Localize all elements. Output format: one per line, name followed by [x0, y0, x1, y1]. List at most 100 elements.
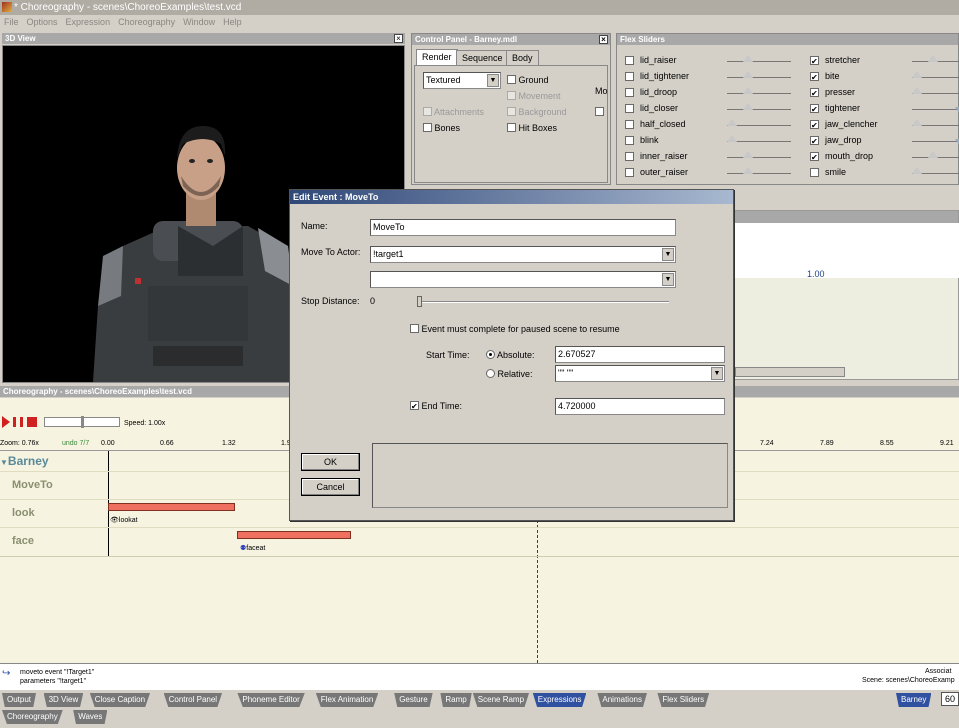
event-faceat-bar[interactable] — [237, 531, 351, 539]
tab-sequence[interactable]: Sequence — [456, 50, 509, 65]
flex-checkbox[interactable] — [625, 168, 634, 177]
actor-barney[interactable]: ▼Barney — [0, 454, 49, 468]
slider-thumb[interactable] — [912, 87, 922, 94]
close-icon[interactable]: × — [394, 34, 403, 43]
menu-help[interactable]: Help — [223, 15, 242, 30]
slider-thumb[interactable] — [912, 167, 922, 174]
flex-checkbox[interactable] — [625, 136, 634, 145]
slider-thumb[interactable] — [912, 119, 922, 126]
relative-select[interactable]: "" "" ▼ — [555, 365, 725, 382]
flex-checkbox[interactable] — [625, 152, 634, 161]
actor-select[interactable]: !target1 ▼ — [370, 246, 676, 263]
tab-3d-view[interactable]: 3D View — [43, 693, 84, 707]
tab-waves[interactable]: Waves — [73, 710, 108, 724]
tab-output[interactable]: Output — [2, 693, 37, 707]
bones-check[interactable]: Bones — [423, 123, 460, 133]
pause-icon[interactable] — [13, 417, 23, 427]
event-lookat[interactable]: 👁lookat — [110, 516, 138, 524]
flex-slider[interactable] — [727, 71, 791, 78]
slider-thumb[interactable] — [743, 71, 754, 78]
tab-animations[interactable]: Animations — [597, 693, 647, 707]
close-icon[interactable]: × — [599, 35, 608, 44]
speed-slider[interactable] — [44, 416, 120, 428]
name-input[interactable]: MoveTo — [370, 219, 676, 236]
horizontal-scrollbar[interactable] — [735, 367, 845, 377]
extra-check[interactable] — [595, 107, 604, 117]
flex-checkbox[interactable] — [810, 56, 819, 65]
flex-checkbox[interactable] — [810, 72, 819, 81]
flex-slider[interactable] — [912, 87, 959, 94]
slider-thumb[interactable] — [912, 71, 922, 78]
flex-slider[interactable] — [912, 151, 959, 158]
tab-actor-barney[interactable]: Barney — [896, 693, 932, 707]
slider-thumb[interactable] — [743, 167, 754, 174]
complete-check[interactable]: Event must complete for paused scene to … — [410, 324, 620, 334]
slider-thumb[interactable] — [743, 151, 754, 158]
slider-thumb[interactable] — [955, 107, 959, 114]
menu-options[interactable]: Options — [27, 15, 58, 30]
flex-slider[interactable] — [727, 119, 791, 126]
flex-slider[interactable] — [727, 87, 791, 94]
tab-scene-ramp[interactable]: Scene Ramp — [472, 693, 530, 707]
flex-checkbox[interactable] — [625, 120, 634, 129]
fps-box[interactable]: 60 — [941, 692, 959, 706]
absolute-input[interactable]: 2.670527 — [555, 346, 725, 363]
slider-thumb[interactable] — [955, 139, 959, 146]
tab-gesture[interactable]: Gesture — [394, 693, 433, 707]
tab-choreography[interactable]: Choreography — [2, 710, 63, 724]
flex-checkbox[interactable] — [810, 104, 819, 113]
render-mode-select[interactable]: Textured ▼ — [423, 72, 501, 89]
flex-checkbox[interactable] — [810, 168, 819, 177]
secondary-select[interactable]: ▼ — [370, 271, 676, 288]
event-faceat[interactable]: ⚉faceat — [240, 544, 265, 552]
flex-slider[interactable] — [727, 151, 791, 158]
slider-thumb[interactable] — [727, 119, 737, 126]
flex-slider[interactable] — [727, 55, 791, 62]
playhead[interactable] — [537, 500, 538, 663]
flex-checkbox[interactable] — [625, 56, 634, 65]
slider-thumb[interactable] — [727, 135, 737, 142]
flex-slider[interactable] — [912, 119, 959, 126]
flex-slider[interactable] — [912, 139, 959, 146]
tab-flex-sliders[interactable]: Flex Sliders — [657, 693, 710, 707]
channel-face[interactable]: face — [12, 535, 34, 547]
flex-checkbox[interactable] — [625, 72, 634, 81]
tab-flex-animation[interactable]: Flex Animation — [315, 693, 379, 707]
flex-checkbox[interactable] — [810, 120, 819, 129]
tab-control-panel[interactable]: Control Panel — [163, 693, 223, 707]
flex-checkbox[interactable] — [625, 104, 634, 113]
flex-slider[interactable] — [727, 103, 791, 110]
tab-expressions[interactable]: Expressions — [532, 693, 587, 707]
hitboxes-check[interactable]: Hit Boxes — [507, 123, 557, 133]
slider-thumb[interactable] — [743, 103, 754, 110]
relative-radio[interactable]: Relative: — [486, 369, 533, 379]
play-icon[interactable] — [2, 416, 10, 428]
tab-close-caption[interactable]: Close Caption — [89, 693, 151, 707]
tab-body[interactable]: Body — [506, 50, 539, 65]
flex-checkbox[interactable] — [810, 136, 819, 145]
tab-phoneme-editor[interactable]: Phoneme Editor — [237, 693, 305, 707]
ground-check[interactable]: Ground — [507, 75, 549, 85]
flex-slider[interactable] — [912, 107, 959, 114]
tab-render[interactable]: Render — [416, 49, 458, 65]
menu-window[interactable]: Window — [183, 15, 215, 30]
end-time-check[interactable]: End Time: — [410, 401, 462, 411]
stop-distance-slider[interactable] — [417, 296, 669, 307]
ok-button[interactable]: OK — [301, 453, 360, 471]
menu-expression[interactable]: Expression — [66, 15, 111, 30]
movement-check[interactable]: Movement — [507, 91, 561, 101]
flex-slider[interactable] — [912, 55, 959, 62]
flex-checkbox[interactable] — [810, 88, 819, 97]
slider-thumb[interactable] — [743, 87, 754, 94]
menu-file[interactable]: File — [4, 15, 19, 30]
end-time-input[interactable]: 4.720000 — [555, 398, 725, 415]
stop-icon[interactable] — [27, 417, 37, 427]
flex-slider[interactable] — [912, 71, 959, 78]
flex-slider[interactable] — [912, 167, 959, 174]
flex-slider[interactable] — [727, 167, 791, 174]
channel-moveto[interactable]: MoveTo — [12, 479, 53, 491]
flex-checkbox[interactable] — [810, 152, 819, 161]
slider-thumb[interactable] — [743, 55, 754, 62]
background-check[interactable]: Background — [507, 107, 567, 117]
event-lookat-bar[interactable] — [108, 503, 235, 511]
